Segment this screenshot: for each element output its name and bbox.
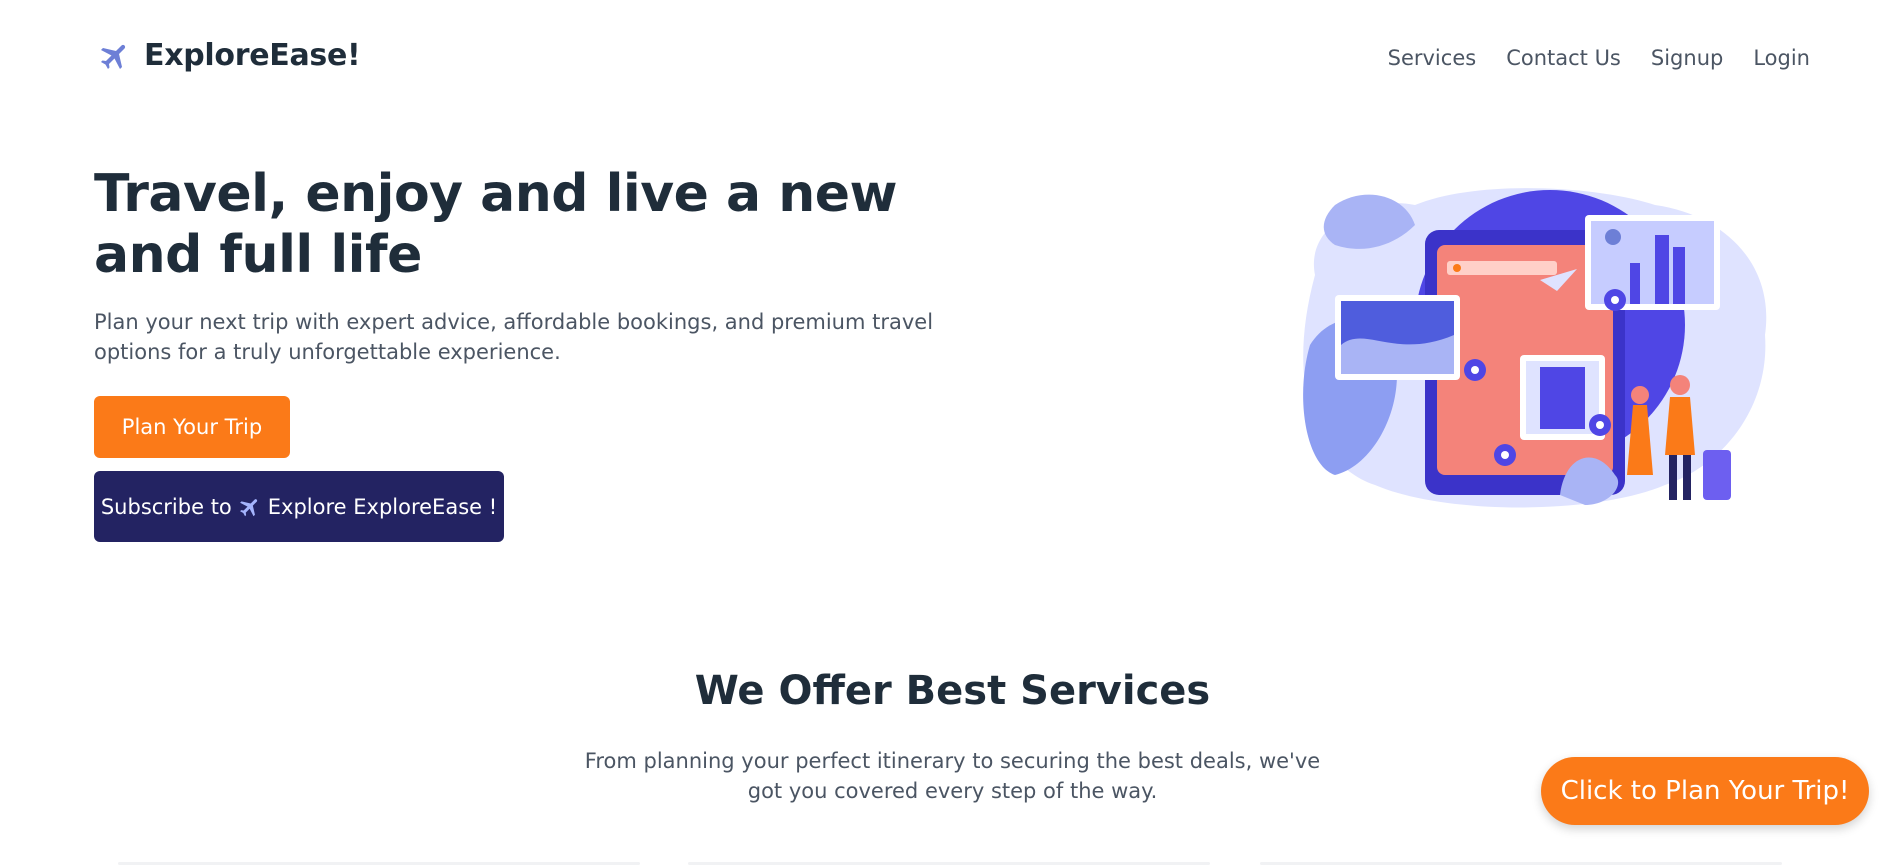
brand-logo[interactable]: ExploreEase! xyxy=(98,38,361,73)
subscribe-label-suffix: Explore ExploreEase ! xyxy=(267,494,498,519)
hero-title: Travel, enjoy and live a new and full li… xyxy=(94,164,898,285)
hero-subtitle: Plan your next trip with expert advice, … xyxy=(94,310,934,364)
airplane-icon xyxy=(100,44,126,69)
nav-link-services[interactable]: Services xyxy=(1388,46,1477,70)
services-title: We Offer Best Services xyxy=(694,668,1211,714)
services-subtitle: From planning your perfect itinerary to … xyxy=(584,749,1321,803)
travel-illustration xyxy=(1303,188,1767,508)
nav-link-contact-us[interactable]: Contact Us xyxy=(1506,46,1621,70)
top-navbar: ExploreEase! Services Contact Us Signup … xyxy=(0,0,1890,116)
airplane-icon xyxy=(239,498,257,516)
subscribe-label-prefix: Subscribe to xyxy=(100,494,232,519)
nav-link-signup[interactable]: Signup xyxy=(1651,46,1723,70)
nav-links: Services Contact Us Signup Login xyxy=(1388,46,1810,70)
nav-link-login[interactable]: Login xyxy=(1753,46,1810,70)
subscribe-button[interactable]: Subscribe to Explore ExploreEase ! xyxy=(94,471,504,542)
plan-your-trip-button[interactable]: Plan Your Trip xyxy=(94,396,290,458)
floating-plan-trip-button[interactable]: Click to Plan Your Trip! xyxy=(1541,757,1869,825)
brand-name: ExploreEase! xyxy=(144,38,361,73)
